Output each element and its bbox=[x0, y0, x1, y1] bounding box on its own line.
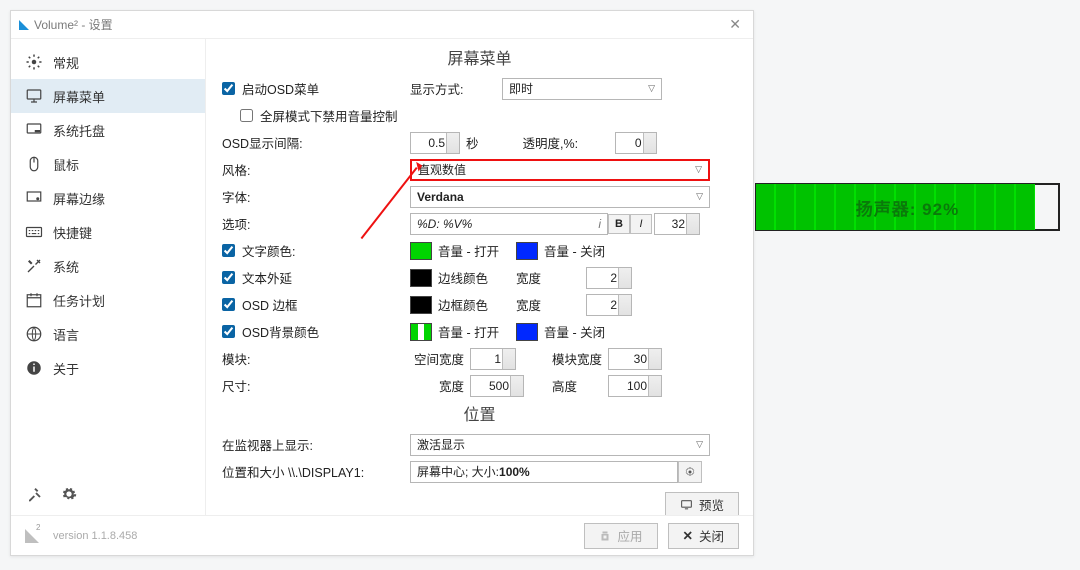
sidebar-item-mouse[interactable]: 鼠标 bbox=[11, 147, 205, 181]
bg-on-swatch[interactable] bbox=[410, 323, 432, 341]
app-logo-icon bbox=[19, 20, 29, 30]
text-color-off-swatch[interactable] bbox=[516, 242, 538, 260]
osd-border-checkbox[interactable]: OSD 边框 bbox=[222, 295, 298, 314]
display-mode-label: 显示方式: bbox=[410, 79, 502, 98]
monitor-icon bbox=[25, 87, 43, 105]
italic-button[interactable]: I bbox=[630, 214, 652, 234]
height-spin[interactable]: 100▴▾ bbox=[608, 375, 662, 397]
preview-button[interactable]: 预览 bbox=[665, 492, 739, 516]
outline-checkbox[interactable]: 文本外延 bbox=[222, 268, 292, 287]
sidebar-item-keyboard[interactable]: 快捷键 bbox=[11, 215, 205, 249]
osd-preview-overlay: 扬声器: 92% bbox=[755, 183, 1060, 231]
info-icon bbox=[25, 359, 43, 377]
gap-spin[interactable]: 1▴▾ bbox=[470, 348, 516, 370]
section-position-title: 位置 bbox=[220, 401, 739, 425]
sidebar-item-gear[interactable]: 常规 bbox=[11, 45, 205, 79]
close-button[interactable]: ✕ 关闭 bbox=[668, 523, 740, 549]
sidebar-item-calendar[interactable]: 任务计划 bbox=[11, 283, 205, 317]
sidebar-item-edge[interactable]: 屏幕边缘 bbox=[11, 181, 205, 215]
sidebar-item-tools[interactable]: 系统 bbox=[11, 249, 205, 283]
apply-button[interactable]: 应用 bbox=[584, 523, 657, 549]
version-text: version 1.1.8.458 bbox=[53, 530, 137, 542]
sidebar-item-monitor[interactable]: 屏幕菜单 bbox=[11, 79, 205, 113]
style-select[interactable]: 直观数值▽ bbox=[410, 159, 710, 181]
globe-icon bbox=[25, 325, 43, 343]
font-size-spin[interactable]: 32▴▾ bbox=[654, 213, 700, 235]
section-osd-title: 屏幕菜单 bbox=[220, 45, 739, 69]
outline-width-spin[interactable]: 2▴▾ bbox=[586, 267, 632, 289]
sidebar-item-label: 任务计划 bbox=[53, 291, 105, 310]
gear-icon bbox=[25, 53, 43, 71]
sidebar-item-label: 系统 bbox=[53, 257, 79, 276]
edge-icon bbox=[25, 189, 43, 207]
opacity-label: 透明度,%: bbox=[523, 133, 615, 152]
size-label: 尺寸: bbox=[220, 376, 410, 395]
border-width-spin[interactable]: 2▴▾ bbox=[586, 294, 632, 316]
bold-button[interactable]: B bbox=[608, 214, 630, 234]
tools-icon bbox=[25, 257, 43, 275]
text-color-on-swatch[interactable] bbox=[410, 242, 432, 260]
sidebar: 常规屏幕菜单系统托盘鼠标屏幕边缘快捷键系统任务计划语言关于 bbox=[11, 39, 206, 515]
font-label: 字体: bbox=[220, 187, 410, 206]
settings-window: Volume² - 设置 ✕ 常规屏幕菜单系统托盘鼠标屏幕边缘快捷键系统任务计划… bbox=[10, 10, 754, 556]
style-label: 风格: bbox=[220, 160, 410, 179]
monitor-label: 在监视器上显示: bbox=[220, 435, 410, 454]
interval-spin[interactable]: 0.5▴▾ bbox=[410, 132, 460, 154]
outline-color-swatch[interactable] bbox=[410, 269, 432, 287]
font-select[interactable]: Verdana▽ bbox=[410, 186, 710, 208]
display-mode-select[interactable]: 即时▽ bbox=[502, 78, 662, 100]
sidebar-item-label: 关于 bbox=[53, 359, 79, 378]
sidebar-item-label: 语言 bbox=[53, 325, 79, 344]
position-gear-button[interactable] bbox=[678, 461, 702, 483]
sidebar-item-label: 系统托盘 bbox=[53, 121, 105, 140]
close-icon[interactable]: ✕ bbox=[725, 16, 745, 33]
text-color-checkbox[interactable]: 文字颜色: bbox=[222, 241, 295, 260]
sidebar-item-label: 屏幕边缘 bbox=[53, 189, 105, 208]
tray-icon bbox=[25, 121, 43, 139]
width-spin[interactable]: 500▴▾ bbox=[470, 375, 524, 397]
gear-small-icon[interactable] bbox=[61, 486, 77, 507]
window-title: Volume² - 设置 bbox=[34, 16, 113, 33]
sidebar-item-label: 鼠标 bbox=[53, 155, 79, 174]
module-label: 模块: bbox=[220, 349, 410, 368]
interval-label: OSD显示间隔: bbox=[220, 133, 410, 152]
calendar-icon bbox=[25, 291, 43, 309]
version-icon: 2 bbox=[25, 529, 39, 543]
opacity-spin[interactable]: 0▴▾ bbox=[615, 132, 657, 154]
footer: 2 version 1.1.8.458 应用 ✕ 关闭 bbox=[11, 515, 753, 555]
keyboard-icon bbox=[25, 223, 43, 241]
sidebar-item-tray[interactable]: 系统托盘 bbox=[11, 113, 205, 147]
bg-off-swatch[interactable] bbox=[516, 323, 538, 341]
monitor-select[interactable]: 激活显示▽ bbox=[410, 434, 710, 456]
osd-preview-text: 扬声器: 92% bbox=[756, 195, 1059, 220]
sidebar-item-info[interactable]: 关于 bbox=[11, 351, 205, 385]
module-width-spin[interactable]: 30▴▾ bbox=[608, 348, 662, 370]
titlebar: Volume² - 设置 ✕ bbox=[11, 11, 753, 39]
fullscreen-disable-checkbox[interactable]: 全屏模式下禁用音量控制 bbox=[240, 106, 398, 125]
position-label: 位置和大小 \\.\DISPLAY1: bbox=[220, 462, 410, 481]
sidebar-item-globe[interactable]: 语言 bbox=[11, 317, 205, 351]
mouse-icon bbox=[25, 155, 43, 173]
hammer-icon[interactable] bbox=[27, 486, 43, 507]
enable-osd-checkbox[interactable]: 启动OSD菜单 bbox=[222, 79, 319, 98]
option-label: 选项: bbox=[220, 214, 410, 233]
sidebar-item-label: 屏幕菜单 bbox=[53, 87, 105, 106]
sidebar-item-label: 快捷键 bbox=[53, 223, 92, 242]
position-input[interactable]: 屏幕中心; 大小: 100% bbox=[410, 461, 678, 483]
sidebar-item-label: 常规 bbox=[53, 53, 79, 72]
osd-bg-checkbox[interactable]: OSD背景颜色 bbox=[222, 322, 319, 341]
border-color-swatch[interactable] bbox=[410, 296, 432, 314]
content-pane: 屏幕菜单 启动OSD菜单 显示方式: 即时▽ 全屏模式下禁用音 bbox=[206, 39, 753, 515]
option-input[interactable]: %D: %V%i bbox=[410, 213, 608, 235]
